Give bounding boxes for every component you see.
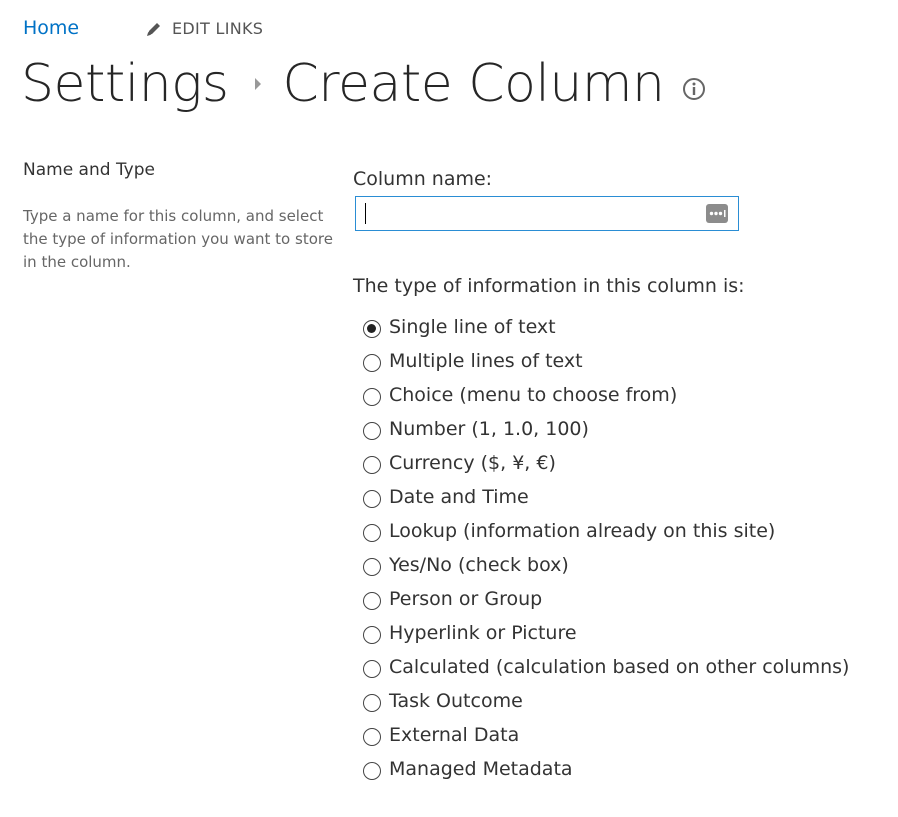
column-type-option[interactable]: External Data: [363, 718, 849, 752]
column-type-option-label: Lookup (information already on this site…: [389, 520, 776, 542]
radio-button[interactable]: [363, 660, 381, 678]
column-type-option[interactable]: Managed Metadata: [363, 752, 849, 786]
breadcrumb-chevron-icon: [254, 78, 262, 90]
column-type-option-label: Hyperlink or Picture: [389, 622, 577, 644]
column-name-field[interactable]: [355, 196, 739, 231]
radio-button[interactable]: [363, 456, 381, 474]
column-type-option[interactable]: Date and Time: [363, 480, 849, 514]
column-name-input[interactable]: [356, 197, 712, 230]
column-type-radio-group: Single line of text Multiple lines of tex…: [363, 310, 849, 786]
column-type-option-label: Number (1, 1.0, 100): [389, 418, 589, 440]
radio-button[interactable]: [363, 422, 381, 440]
column-type-option[interactable]: Calculated (calculation based on other c…: [363, 650, 849, 684]
radio-button[interactable]: [363, 354, 381, 372]
column-type-option-label: Managed Metadata: [389, 758, 573, 780]
radio-button[interactable]: [363, 388, 381, 406]
column-type-option[interactable]: Choice (menu to choose from): [363, 378, 849, 412]
column-type-option-label: External Data: [389, 724, 520, 746]
radio-button[interactable]: [363, 592, 381, 610]
create-column-page: Home EDIT LINKS Settings Create Column N…: [0, 0, 898, 817]
info-icon[interactable]: [682, 77, 706, 101]
radio-button[interactable]: [363, 694, 381, 712]
column-type-option[interactable]: Hyperlink or Picture: [363, 616, 849, 650]
column-type-option-label: Date and Time: [389, 486, 529, 508]
breadcrumb-current: Create Column: [282, 54, 665, 114]
home-link[interactable]: Home: [23, 17, 79, 39]
column-type-option-label: Single line of text: [389, 316, 556, 338]
edit-links-label: EDIT LINKS: [172, 19, 264, 38]
column-type-option[interactable]: Person or Group: [363, 582, 849, 616]
radio-button[interactable]: [363, 524, 381, 542]
column-type-option[interactable]: Number (1, 1.0, 100): [363, 412, 849, 446]
column-type-option-label: Currency ($, ¥, €): [389, 452, 556, 474]
column-type-option[interactable]: Lookup (information already on this site…: [363, 514, 849, 548]
column-type-option-label: Calculated (calculation based on other c…: [389, 656, 850, 678]
radio-button[interactable]: [363, 320, 381, 338]
radio-button[interactable]: [363, 762, 381, 780]
column-type-option-label: Person or Group: [389, 588, 543, 610]
radio-button[interactable]: [363, 626, 381, 644]
password-manager-icon[interactable]: [706, 204, 728, 223]
page-title: Settings Create Column: [21, 52, 706, 116]
radio-button[interactable]: [363, 558, 381, 576]
column-type-option[interactable]: Yes/No (check box): [363, 548, 849, 582]
column-type-option-label: Choice (menu to choose from): [389, 384, 678, 406]
column-type-option[interactable]: Single line of text: [363, 310, 849, 344]
column-type-option[interactable]: Multiple lines of text: [363, 344, 849, 378]
edit-links-button[interactable]: EDIT LINKS: [145, 19, 263, 38]
column-type-option[interactable]: Task Outcome: [363, 684, 849, 718]
column-type-label: The type of information in this column i…: [353, 275, 745, 297]
column-type-option-label: Yes/No (check box): [389, 554, 569, 576]
breadcrumb-settings[interactable]: Settings: [21, 52, 229, 116]
radio-button[interactable]: [363, 728, 381, 746]
column-type-option-label: Multiple lines of text: [389, 350, 583, 372]
column-name-label: Column name:: [353, 168, 493, 190]
section-description: Type a name for this column, and select …: [23, 207, 333, 271]
column-type-option[interactable]: Currency ($, ¥, €): [363, 446, 849, 480]
pencil-icon: [145, 20, 163, 38]
section-title: Name and Type: [23, 160, 155, 180]
top-nav: Home: [23, 16, 79, 40]
text-caret: [365, 203, 366, 224]
radio-button[interactable]: [363, 490, 381, 508]
column-type-option-label: Task Outcome: [389, 690, 523, 712]
